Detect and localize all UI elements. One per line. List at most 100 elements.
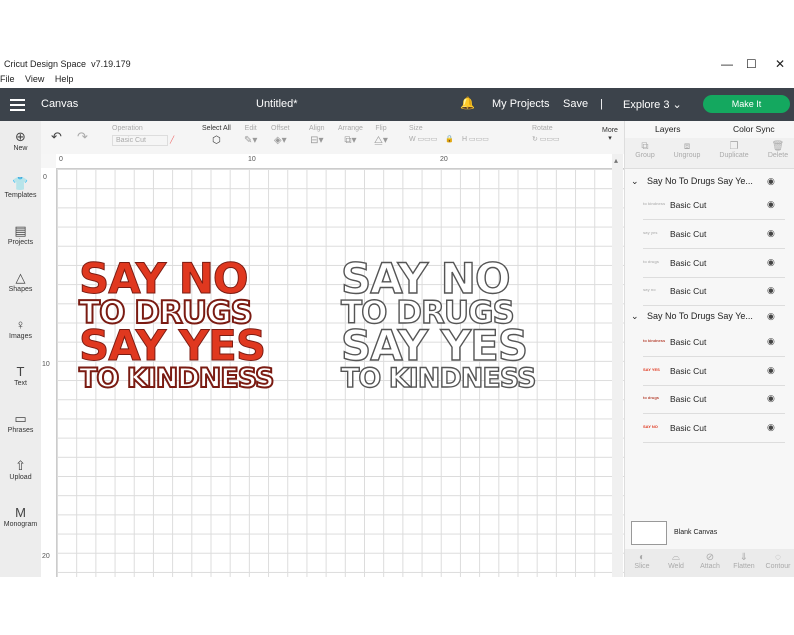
monogram-icon: M (15, 505, 26, 520)
menu-bar: File View Help (0, 74, 81, 87)
weld-button[interactable]: ⌓ Weld (659, 552, 693, 570)
paperclip-icon: ⊘ (705, 552, 715, 563)
design-line: SAY YES (340, 321, 529, 370)
flatten-button[interactable]: ⇓ Flatten (727, 552, 761, 570)
sidebar-item-new[interactable]: ⊕ New (0, 129, 41, 152)
layer-group[interactable]: ⌄ Say No To Drugs Say Ye... ◉ (625, 311, 794, 325)
app-title: Cricut Design Space v7.19.179 (4, 59, 131, 69)
layer-thumbnail: say yes (643, 230, 658, 235)
machine-selector[interactable]: Explore 3 ⌄ (623, 98, 682, 111)
chevron-down-icon: ⌄ (672, 99, 682, 111)
width-field[interactable]: W ▭▭▭ (409, 135, 437, 143)
sidebar-item-templates[interactable]: 👕 Templates (0, 176, 41, 199)
duplicate-button[interactable]: ❐ Duplicate (714, 141, 754, 159)
layer-item[interactable]: say no Basic Cut ◉ (643, 278, 785, 306)
design-line: TO KINDNESS (78, 363, 275, 394)
caret-down-icon: ▾ (608, 135, 612, 142)
blank-canvas-swatch[interactable] (631, 521, 667, 545)
delete-button[interactable]: 🗑 Delete (758, 141, 794, 159)
height-field[interactable]: H ▭▭▭ (462, 136, 489, 143)
flatten-icon: ⇓ (739, 552, 749, 563)
eye-icon[interactable]: ◉ (767, 365, 775, 376)
rotate-field[interactable]: ↻ ▭▭▭ (532, 135, 560, 143)
eye-icon[interactable]: ◉ (767, 228, 775, 239)
close-button[interactable]: ✕ (775, 57, 785, 71)
tab-color-sync[interactable]: Color Sync (733, 124, 775, 134)
offset-button[interactable]: Offset ◈▾ (271, 125, 290, 146)
eye-icon[interactable]: ◉ (767, 257, 775, 268)
rotate-group: Rotate ↻ ▭▭▭ (532, 125, 560, 143)
sidebar-item-upload[interactable]: ⇧ Upload (0, 458, 41, 481)
lightbulb-icon: ♀ (15, 317, 26, 332)
sidebar-item-images[interactable]: ♀ Images (0, 317, 41, 340)
layer-thumbnail: SAY YES (643, 367, 660, 372)
layer-thumbnail: to drugs (643, 395, 659, 400)
group-icon: ⧉ (641, 141, 649, 152)
eye-icon[interactable]: ◉ (767, 422, 775, 433)
save-button[interactable]: Save (563, 98, 588, 110)
chevron-down-icon[interactable]: ⌄ (631, 176, 639, 187)
separator: | (600, 98, 603, 110)
layer-item[interactable]: say yes Basic Cut ◉ (643, 221, 785, 249)
eye-icon[interactable]: ◉ (767, 311, 775, 322)
plus-icon: ⊕ (15, 129, 26, 144)
layer-item[interactable]: SAY NO Basic Cut ◉ (643, 415, 785, 443)
design-canvas[interactable]: 0 10 20 0 10 20 SAY NO TO DRUGS SAY YES … (41, 154, 624, 577)
operation-select[interactable]: Basic Cut (112, 135, 168, 146)
eye-icon[interactable]: ◉ (767, 285, 775, 296)
layer-item[interactable]: to kindness Basic Cut ◉ (643, 329, 785, 357)
undo-icon[interactable]: ↶ (51, 129, 62, 145)
eye-icon[interactable]: ◉ (767, 393, 775, 404)
my-projects-link[interactable]: My Projects (492, 98, 549, 110)
chevron-down-icon[interactable]: ⌄ (631, 311, 639, 322)
layer-item[interactable]: to drugs Basic Cut ◉ (643, 250, 785, 278)
edit-toolbar: ↶ ↷ Operation Basic Cut ╱ Select All ⬡ Ed… (41, 121, 624, 155)
hamburger-menu-icon[interactable] (10, 99, 25, 111)
select-all-button[interactable]: Select All ⬡ (202, 125, 231, 146)
size-group: Size W ▭▭▭ 🔒 H ▭▭▭ (409, 125, 489, 143)
flip-button[interactable]: Flip ⧋▾ (374, 125, 388, 146)
bell-icon[interactable]: 🔔 (460, 96, 475, 110)
more-button[interactable]: More ▾ (602, 127, 618, 142)
layer-item[interactable]: to kindness Basic Cut ◉ (643, 192, 785, 220)
design-outline[interactable]: SAY NO TO DRUGS SAY YES TO KINDNESS (340, 257, 537, 393)
contour-button[interactable]: ◌ Contour (761, 552, 794, 570)
menu-file[interactable]: File (0, 74, 15, 84)
attach-button[interactable]: ⊘ Attach (693, 552, 727, 570)
design-colored[interactable]: SAY NO TO DRUGS SAY YES TO KINDNESS (78, 257, 275, 394)
menu-view[interactable]: View (25, 74, 44, 84)
sidebar-item-phrases[interactable]: ▭ Phrases (0, 411, 41, 434)
make-it-button[interactable]: Make It (703, 95, 790, 113)
maximize-button[interactable]: ☐ (746, 57, 757, 71)
layer-thumbnail: to kindness (643, 338, 665, 343)
eye-icon[interactable]: ◉ (767, 336, 775, 347)
redo-icon[interactable]: ↷ (77, 129, 88, 145)
slice-button[interactable]: ◐ Slice (625, 552, 659, 570)
sidebar-item-text[interactable]: T Text (0, 364, 41, 387)
sidebar-item-monogram[interactable]: M Monogram (0, 505, 41, 528)
tab-layers[interactable]: Layers (655, 124, 681, 134)
arrange-button[interactable]: Arrange ⧉▾ (338, 125, 363, 146)
lock-icon[interactable]: 🔒 (445, 136, 454, 143)
layer-item[interactable]: SAY YES Basic Cut ◉ (643, 358, 785, 386)
contour-icon: ◌ (775, 552, 781, 563)
header-bar: Canvas Untitled* 🔔 My Projects Save | Ex… (0, 88, 794, 121)
vertical-scrollbar[interactable]: ▴ (612, 154, 623, 577)
sidebar-item-shapes[interactable]: △ Shapes (0, 270, 41, 293)
document-title[interactable]: Untitled* (256, 98, 298, 110)
sidebar-item-projects[interactable]: ▤ Projects (0, 223, 41, 246)
minimize-button[interactable]: — (721, 57, 733, 71)
layer-group[interactable]: ⌄ Say No To Drugs Say Ye... ◉ (625, 176, 794, 190)
eye-icon[interactable]: ◉ (767, 199, 775, 210)
upload-icon: ⇧ (15, 458, 26, 473)
edit-button[interactable]: Edit ✎▾ (244, 125, 257, 146)
eye-icon[interactable]: ◉ (767, 176, 775, 187)
group-button[interactable]: ⧉ Group (625, 141, 665, 159)
layer-item[interactable]: to drugs Basic Cut ◉ (643, 386, 785, 414)
trash-icon: 🗑 (771, 141, 785, 152)
menu-help[interactable]: Help (55, 74, 74, 84)
align-button[interactable]: Align ⊟▾ (309, 125, 325, 146)
layer-thumbnail: to kindness (643, 201, 665, 206)
ungroup-button[interactable]: ⧈ Ungroup (667, 141, 707, 159)
align-icon: ⊟▾ (310, 135, 324, 146)
